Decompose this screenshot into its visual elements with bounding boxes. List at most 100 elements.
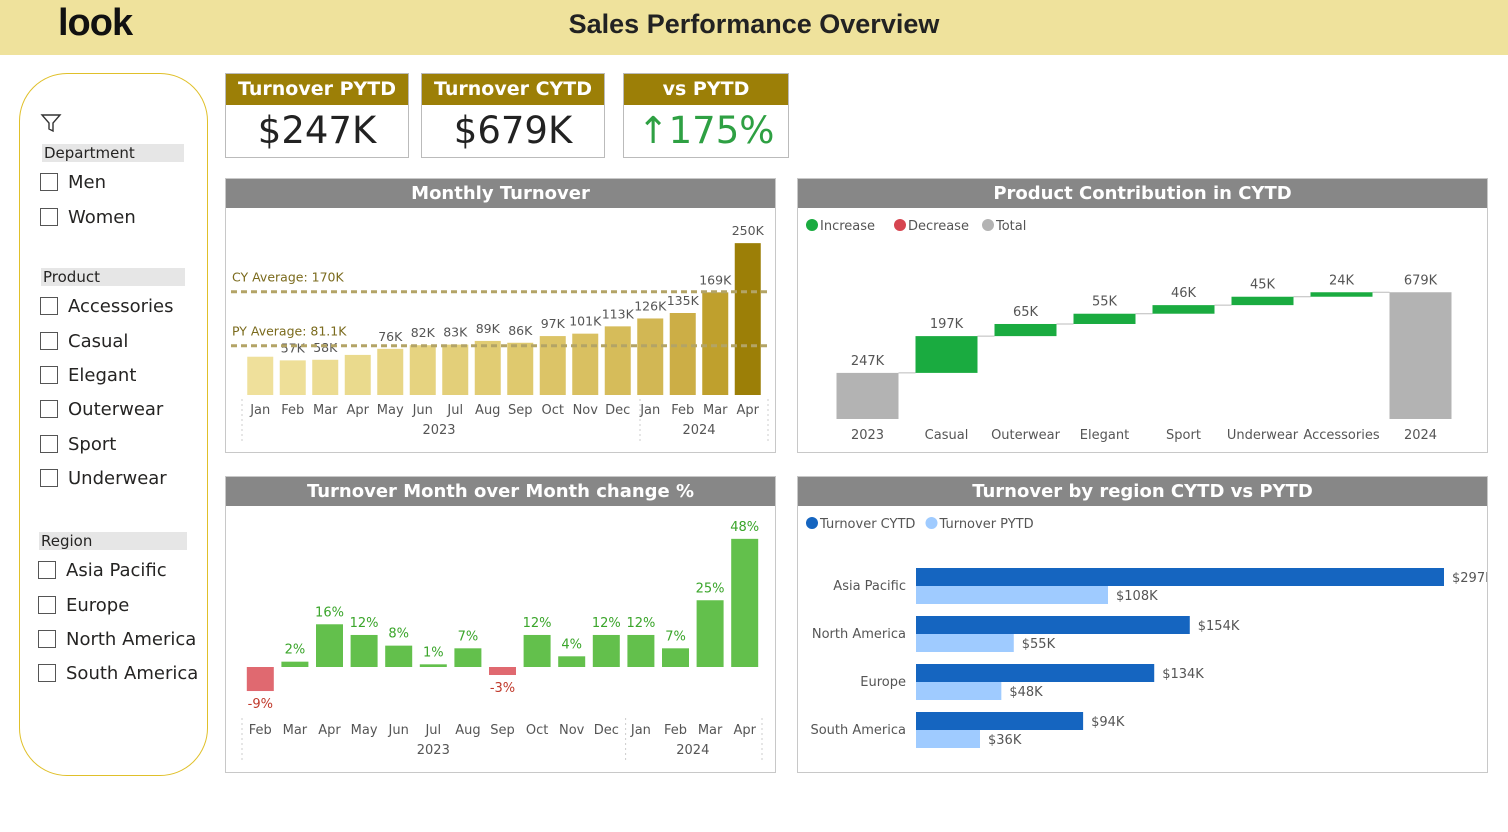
- monthly-bar: [507, 342, 534, 395]
- legend-marker: [806, 219, 818, 231]
- data-label: 12%: [350, 616, 379, 631]
- mom-bar: [316, 624, 343, 667]
- kpi-value: $247K: [257, 109, 377, 152]
- data-label: 1%: [423, 645, 444, 660]
- x-tick-label: Feb: [281, 403, 304, 418]
- region-turnover-panel: Turnover by region CYTD vs PYTD Turnover…: [797, 476, 1488, 773]
- x-tick-label: Elegant: [1080, 428, 1129, 443]
- x-tick-label: May: [351, 723, 378, 738]
- department-option-men[interactable]: Men: [40, 172, 106, 194]
- x-tick-label: 2023: [851, 428, 884, 443]
- chart-canvas: Turnover CYTD Turnover PYTD Asia Pacific $2…: [806, 517, 1487, 748]
- data-label: 8%: [388, 627, 409, 642]
- data-label: $297K: [1452, 571, 1487, 586]
- y-tick-label: Europe: [860, 675, 906, 690]
- mom-bar: [592, 634, 620, 667]
- region-option-north-america[interactable]: North America: [38, 629, 196, 651]
- data-label: 126K: [634, 298, 667, 313]
- product-option-outerwear[interactable]: Outerwear: [40, 399, 163, 421]
- chart-canvas: Jan 57K Feb 58K Mar Apr 76K May 82K Jun 83K Jul 89K A…: [231, 223, 771, 441]
- region-bar: [916, 730, 980, 748]
- data-label: 76K: [378, 329, 403, 344]
- data-label: 247K: [851, 354, 885, 369]
- monthly-bar: [442, 344, 469, 395]
- checkbox[interactable]: [40, 469, 58, 487]
- checkbox[interactable]: [38, 664, 56, 682]
- monthly-bar: [247, 356, 274, 395]
- checkbox[interactable]: [40, 332, 58, 350]
- x-tick-label: Jun: [388, 723, 409, 738]
- waterfall-bar: [915, 336, 978, 373]
- option-label: Underwear: [68, 468, 167, 489]
- mom-bar: [281, 661, 309, 667]
- option-label: Men: [68, 172, 107, 193]
- checkbox[interactable]: [38, 630, 56, 648]
- x-tick-label: Aug: [455, 723, 480, 738]
- legend-label: Decrease: [908, 219, 969, 234]
- data-label: 197K: [930, 317, 964, 332]
- checkbox[interactable]: [40, 173, 58, 191]
- checkbox[interactable]: [38, 561, 56, 579]
- x-group-label: 2024: [676, 743, 709, 758]
- checkbox[interactable]: [40, 400, 58, 418]
- region-bar: [916, 682, 1002, 700]
- region-option-south-america[interactable]: South America: [38, 663, 198, 685]
- option-label: Outerwear: [68, 399, 164, 420]
- monthly-bar: [377, 348, 404, 395]
- monthly-bar: [669, 313, 696, 395]
- region-option-europe[interactable]: Europe: [38, 595, 129, 617]
- x-tick-label: Sport: [1166, 428, 1201, 443]
- data-label: 55K: [1092, 295, 1118, 310]
- data-label: 24K: [1329, 273, 1355, 288]
- data-label: 58K: [313, 340, 338, 355]
- data-label: 7%: [665, 629, 686, 644]
- region-bar: [916, 616, 1190, 634]
- legend-label: Total: [995, 219, 1026, 234]
- chart-canvas: Increase Decrease Total 247K 2023 197K Casual 6…: [806, 219, 1452, 443]
- data-label: 7%: [458, 629, 479, 644]
- x-tick-label: Apr: [737, 403, 760, 418]
- waterfall-bar: [1231, 296, 1294, 306]
- x-tick-label: Jan: [249, 403, 270, 418]
- data-label: 4%: [561, 637, 582, 652]
- checkbox[interactable]: [40, 208, 58, 226]
- filter-icon[interactable]: [40, 112, 62, 134]
- x-tick-label: Feb: [664, 723, 687, 738]
- mom-bar: [662, 648, 689, 667]
- x-tick-label: Oct: [542, 403, 564, 418]
- mom-bar: [558, 656, 586, 667]
- checkbox[interactable]: [40, 435, 58, 453]
- filter-panel: Department Men Women Product Accessories…: [19, 73, 208, 776]
- option-label: Elegant: [68, 365, 137, 386]
- product-option-elegant[interactable]: Elegant: [40, 365, 136, 387]
- monthly-bar: [604, 326, 631, 395]
- product-option-accessories[interactable]: Accessories: [40, 296, 174, 318]
- monthly-bar: [637, 318, 664, 395]
- monthly-bar: [312, 359, 339, 395]
- data-label: $108K: [1116, 589, 1158, 604]
- page-title: Sales Performance Overview: [568, 9, 940, 39]
- region-bar: [916, 586, 1108, 604]
- mom-bar: [419, 664, 447, 667]
- product-option-underwear[interactable]: Underwear: [40, 468, 167, 490]
- data-label: 2%: [285, 643, 306, 658]
- monthly-bar: [734, 243, 761, 395]
- option-label: South America: [66, 663, 199, 684]
- monthly-bar: [474, 340, 501, 395]
- checkbox[interactable]: [38, 596, 56, 614]
- x-tick-label: Apr: [318, 723, 341, 738]
- checkbox[interactable]: [40, 297, 58, 315]
- option-label: Asia Pacific: [66, 560, 167, 581]
- region-option-asia-pacific[interactable]: Asia Pacific: [38, 560, 167, 582]
- x-tick-label: Dec: [594, 723, 619, 738]
- data-label: 45K: [1250, 278, 1276, 293]
- checkbox[interactable]: [40, 366, 58, 384]
- product-option-casual[interactable]: Casual: [40, 331, 128, 353]
- option-label: Casual: [68, 331, 129, 352]
- department-option-women[interactable]: Women: [40, 207, 136, 229]
- product-option-sport[interactable]: Sport: [40, 434, 116, 456]
- data-label: $154K: [1198, 619, 1240, 634]
- mom-bar: [246, 667, 274, 692]
- data-label: -9%: [248, 697, 273, 712]
- data-label: $134K: [1162, 667, 1204, 682]
